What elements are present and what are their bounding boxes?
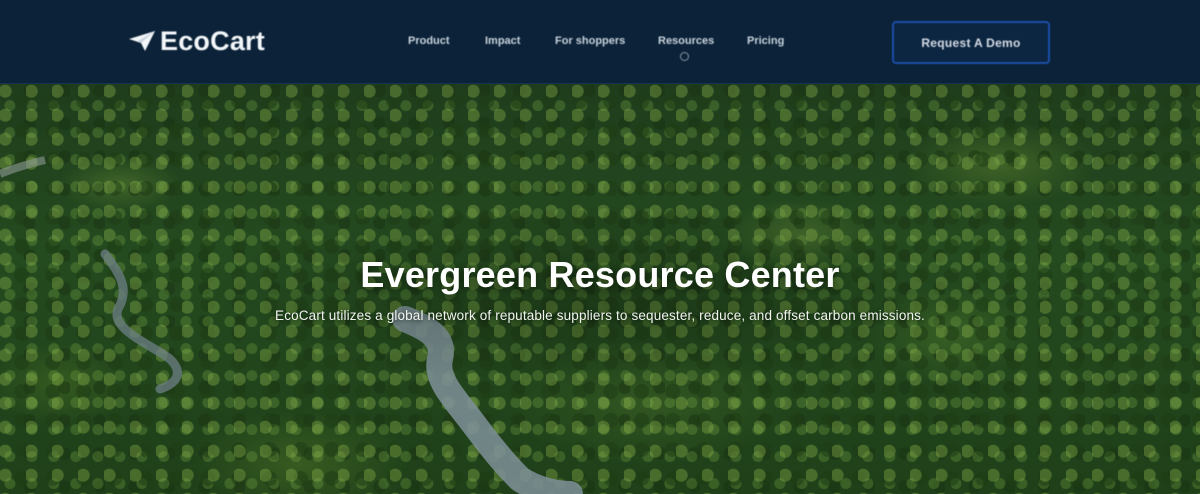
page-title: Evergreen Resource Center bbox=[360, 254, 840, 295]
circle-indicator-icon bbox=[680, 52, 689, 61]
top-navigation-bar: EcoCart Product Impact For shoppers Reso… bbox=[0, 0, 1200, 84]
hero-subtitle: EcoCart utilizes a global network of rep… bbox=[275, 308, 925, 323]
ecocart-logo[interactable]: EcoCart bbox=[128, 25, 265, 57]
nav-item-impact[interactable]: Impact bbox=[485, 35, 520, 51]
nav-item-pricing[interactable]: Pricing bbox=[747, 35, 784, 51]
hero-banner: Evergreen Resource Center EcoCart utiliz… bbox=[0, 84, 1200, 494]
nav-item-product[interactable]: Product bbox=[408, 35, 450, 51]
logo-text: EcoCart bbox=[160, 25, 265, 56]
request-demo-button[interactable]: Request A Demo bbox=[892, 21, 1050, 64]
nav-item-for-shoppers[interactable]: For shoppers bbox=[555, 35, 625, 51]
nav-item-resources[interactable]: Resources bbox=[658, 35, 714, 51]
paper-plane-icon bbox=[129, 31, 155, 51]
